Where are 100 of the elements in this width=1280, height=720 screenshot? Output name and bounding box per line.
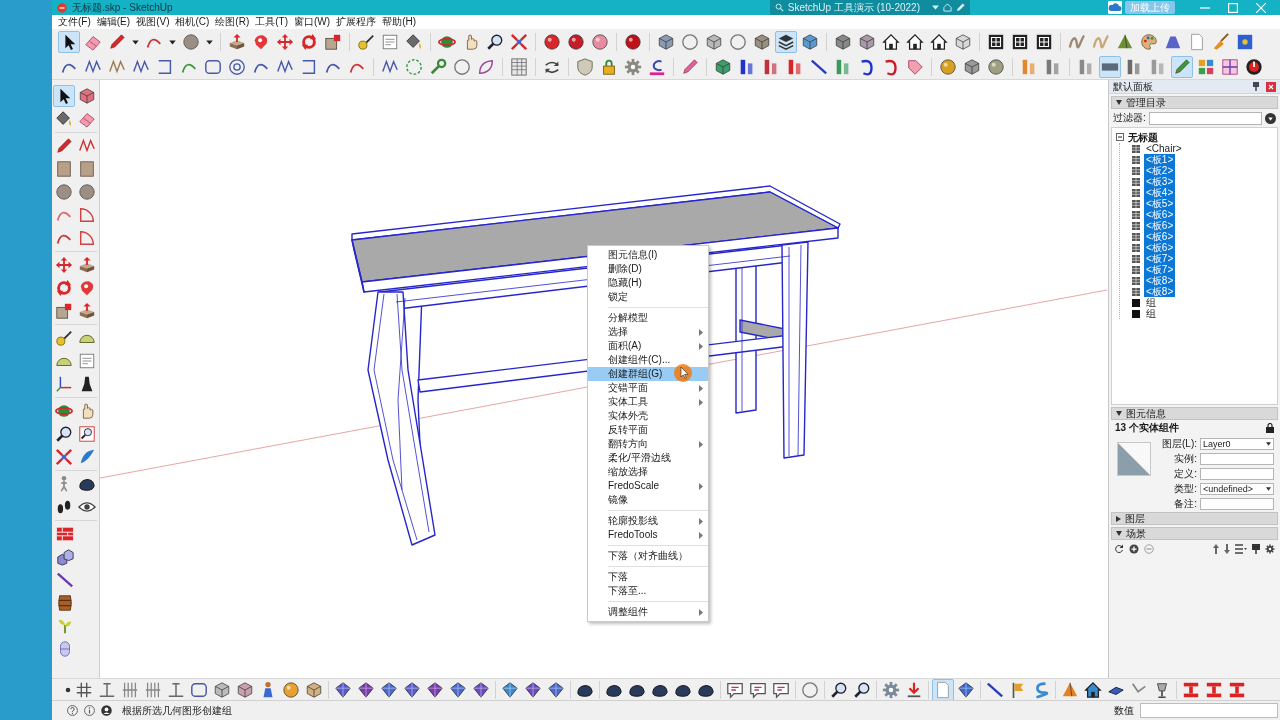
gem-icon[interactable] [424,679,446,700]
maximize-icon[interactable] [1228,2,1238,13]
text-field[interactable] [1200,453,1274,465]
menu-item[interactable]: 交错平面 [588,381,708,395]
pin-icon[interactable] [1252,82,1260,91]
text-field[interactable] [1200,468,1274,480]
list-icon[interactable] [1235,543,1247,554]
arrow-cursor-icon[interactable] [53,85,75,107]
tree-item[interactable]: <板5> [1144,198,1176,209]
menu-item[interactable]: 锁定 [588,290,708,304]
close-icon[interactable] [1266,81,1276,92]
zoom-extents-icon[interactable] [53,446,75,468]
tree-item[interactable]: 无标题 [1128,131,1158,143]
tree-item[interactable]: <板6> [1144,231,1176,242]
panel-icon[interactable] [1099,55,1121,78]
stacked-cubes-icon[interactable] [54,546,76,568]
gem-icon[interactable] [378,679,400,700]
shield-icon[interactable] [574,55,596,78]
gem-icon[interactable] [447,679,469,700]
collapse-box-icon[interactable] [1116,133,1124,141]
menu-item[interactable]: 窗口(W) [291,16,334,28]
menu-item[interactable]: 创建组件(C)... [588,353,708,367]
gear-icon[interactable] [1265,543,1275,554]
menu-item[interactable]: 工具(T) [252,16,292,28]
tree-item[interactable]: <板8> [1144,286,1176,297]
menu-item[interactable]: 隐藏(H) [588,276,708,290]
menu-item[interactable]: 下落 [588,570,708,584]
tree-item[interactable]: 组 [1144,297,1158,308]
menu-item[interactable]: 实体工具 [588,395,708,409]
add-circle-icon[interactable] [1129,543,1139,554]
tree-item[interactable]: <Chair> [1144,143,1184,154]
pencil-icon[interactable] [1171,55,1193,78]
tree-item[interactable]: <板6> [1144,209,1176,220]
up-arrow-icon[interactable] [1213,543,1219,554]
measurements-field[interactable] [1140,703,1278,718]
gem-icon[interactable] [545,679,567,700]
down-arrow-icon[interactable] [1224,543,1230,554]
menu-item[interactable]: 选择 [588,325,708,339]
gem-icon[interactable] [332,679,354,700]
menu-item[interactable]: 绘图(R) [212,16,253,28]
menu-item[interactable]: 下落（对齐曲线） [588,549,708,563]
tree-item[interactable]: <板4> [1144,187,1176,198]
gem-icon[interactable] [955,679,977,700]
tree-item[interactable]: <板3> [1144,176,1176,187]
tree-item[interactable]: <板7> [1144,264,1176,275]
section-header[interactable]: 图层 [1111,512,1278,525]
document-tab[interactable]: SketchUp 工具演示 (10-2022) [769,0,970,15]
menu-item[interactable]: 扩展程序 [333,16,380,28]
menu-item[interactable]: 反转平面 [588,423,708,437]
circle-outline-icon[interactable] [799,679,821,700]
section-header[interactable]: 场景 [1111,527,1278,540]
menu-item[interactable]: 帮助(H) [379,16,420,28]
menu-item[interactable]: 文件(F) [55,16,94,28]
menu-item[interactable]: 镜像 [588,493,708,507]
zoom-window-icon[interactable] [76,423,98,445]
pin-icon[interactable] [1252,543,1260,554]
house-icon[interactable] [1082,679,1104,700]
circle-icon[interactable] [53,181,75,203]
section-header[interactable]: 管理目录 [1111,96,1278,109]
tree-item[interactable]: <板6> [1144,242,1176,253]
menu-item[interactable]: 缩放选择 [588,465,708,479]
menu-item[interactable]: FredoTools [588,528,708,542]
menu-item[interactable]: 实体外壳 [588,409,708,423]
gem-icon[interactable] [355,679,377,700]
sphere-icon[interactable] [280,679,302,700]
menu-item[interactable]: 图元信息(I) [588,248,708,262]
details-arrow-icon[interactable] [1265,112,1276,124]
menu-item[interactable]: 删除(D) [588,262,708,276]
gem-icon[interactable] [470,679,492,700]
refresh-icon[interactable] [1114,543,1124,554]
dropdown-field[interactable]: <undefined> [1200,483,1274,495]
layers-icon[interactable] [775,30,797,53]
help-icon[interactable] [67,705,78,716]
dropdown-field[interactable]: Layer0 [1200,438,1274,450]
tree-item[interactable]: <板2> [1144,165,1176,176]
arrow-cursor-icon[interactable] [58,30,80,53]
tree-item[interactable]: <板6> [1144,220,1176,231]
gem-icon[interactable] [499,679,521,700]
menu-item[interactable]: 柔化/平滑边线 [588,451,708,465]
menu-item[interactable]: 翻转方向 [588,437,708,451]
gem-icon[interactable] [401,679,423,700]
tree-item[interactable]: <板8> [1144,275,1176,286]
gem-icon[interactable] [522,679,544,700]
dot-icon[interactable] [64,685,72,694]
info-icon[interactable] [84,705,95,716]
circle-icon[interactable] [76,181,98,203]
menu-item[interactable]: 分解模型 [588,311,708,325]
menu-item[interactable]: FredoScale [588,479,708,493]
menu-item[interactable]: 面积(A) [588,339,708,353]
tree-item[interactable]: <板1> [1144,154,1176,165]
menu-item[interactable]: 编辑(E) [93,16,134,28]
tree-item[interactable]: 组 [1144,308,1158,319]
menu-item[interactable]: 视图(V) [133,16,173,28]
section-header[interactable]: 图元信息 [1111,407,1278,420]
menu-item[interactable]: 轮廓投影线 [588,514,708,528]
user-icon[interactable] [101,705,112,716]
text-field[interactable] [1200,498,1274,510]
tree-item[interactable]: <板7> [1144,253,1176,264]
filter-field[interactable] [1148,111,1262,125]
menu-item[interactable]: 相机(C) [172,16,213,28]
